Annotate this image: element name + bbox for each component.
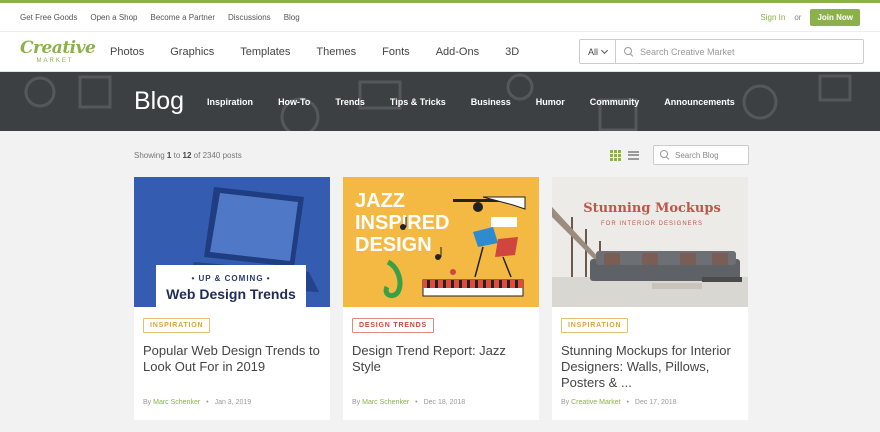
nav-graphics[interactable]: Graphics [170,46,214,58]
grid-view-icon[interactable] [610,149,621,161]
category-nav: Photos Graphics Templates Themes Fonts A… [110,46,519,58]
utility-links: Get Free Goods Open a Shop Become a Part… [20,13,300,22]
image-caption-line2: Web Design Trends [166,286,296,302]
post-thumbnail[interactable]: • UP & COMING • Web Design Trends [134,177,330,307]
results-to: 12 [182,150,192,160]
image-caption-line1: JAZZ [355,190,405,212]
image-caption-line2: FOR INTERIOR DESIGNERS [601,221,703,227]
or-text: or [794,12,802,22]
byline-by: By [143,399,152,406]
post-grid: • UP & COMING • Web Design Trends INSPIR… [134,177,748,420]
results-to-word: to [173,150,181,160]
image-caption-line1: • UP & COMING • [191,274,270,283]
blog-nav-announcements[interactable]: Announcements [664,97,735,107]
search-input[interactable] [640,46,863,57]
logo-subtitle: MARKET [36,57,74,64]
nav-fonts[interactable]: Fonts [382,46,410,58]
post-card[interactable]: Stunning Mockups FOR INTERIOR DESIGNERS … [552,177,748,420]
web-design-trends-image: • UP & COMING • Web Design Trends [134,177,330,307]
post-card[interactable]: • UP & COMING • Web Design Trends INSPIR… [134,177,330,420]
search-category-value: All [587,46,598,57]
blog-nav-humor[interactable]: Humor [536,97,565,107]
results-total: 2340 posts [202,150,242,160]
results-prefix: Showing [134,150,165,160]
post-date: Dec 18, 2018 [423,399,466,406]
utility-link-discussions[interactable]: Discussions [228,13,271,22]
post-title[interactable]: Design Trend Report: Jazz Style [352,343,529,375]
join-now-button[interactable]: Join Now [810,8,860,26]
interior-mockups-image: Stunning Mockups FOR INTERIOR DESIGNERS [552,177,748,307]
byline-separator: • [206,399,209,406]
list-view-icon[interactable] [628,150,639,161]
utility-link-open-shop[interactable]: Open a Shop [90,13,137,22]
chevron-down-icon [600,46,609,54]
post-byline: By Marc Schenker • Dec 18, 2018 [352,399,465,406]
byline-separator: • [415,399,418,406]
post-author[interactable]: Creative Market [571,399,620,406]
post-tag[interactable]: DESIGN TRENDS [352,318,434,333]
byline-separator: • [626,399,629,406]
jazz-style-image: JAZZ INSPIRED DESIGN [343,177,539,307]
blog-banner: Blog Inspiration How-To Trends Tips & Tr… [0,72,880,131]
utility-link-blog[interactable]: Blog [284,13,300,22]
blog-nav-community[interactable]: Community [590,97,640,107]
main-nav: Creative MARKET Photos Graphics Template… [0,31,880,72]
nav-photos[interactable]: Photos [110,46,144,58]
post-byline: By Creative Market • Dec 17, 2018 [561,399,677,406]
utility-link-free-goods[interactable]: Get Free Goods [20,13,77,22]
post-title[interactable]: Popular Web Design Trends to Look Out Fo… [143,343,320,375]
post-thumbnail[interactable]: Stunning Mockups FOR INTERIOR DESIGNERS [552,177,748,307]
sign-in-link[interactable]: Sign In [760,13,785,22]
site-search: All [579,39,864,64]
creative-market-logo[interactable]: Creative MARKET [20,37,96,64]
search-category-select[interactable]: All [580,40,616,63]
post-author[interactable]: Marc Schenker [362,399,409,406]
blog-nav-inspiration[interactable]: Inspiration [207,97,253,107]
blog-title: Blog [134,87,185,115]
post-date: Jan 3, 2019 [214,399,252,406]
search-icon [624,46,634,57]
search-icon [660,150,670,160]
post-card[interactable]: JAZZ INSPIRED DESIGN DESIGN TRENDS Desig… [343,177,539,420]
post-tag[interactable]: INSPIRATION [561,318,629,333]
image-caption-line2: INSPIRED [355,212,449,234]
view-toggle [610,149,639,161]
blog-search-input[interactable] [675,150,745,160]
nav-themes[interactable]: Themes [316,46,356,58]
blog-nav-how-to[interactable]: How-To [278,97,310,107]
blog-category-nav: Inspiration How-To Trends Tips & Tricks … [207,97,735,107]
results-of-word: of [193,150,201,160]
post-date: Dec 17, 2018 [634,399,677,406]
blog-nav-business[interactable]: Business [471,97,511,107]
utility-bar: Get Free Goods Open a Shop Become a Part… [0,3,880,31]
nav-add-ons[interactable]: Add-Ons [436,46,479,58]
image-caption-line3: DESIGN [355,234,432,256]
byline-by: By [352,399,361,406]
image-caption-line1: Stunning Mockups [583,201,721,216]
byline-by: By [561,399,570,406]
results-from: 1 [166,150,172,160]
nav-3d[interactable]: 3D [505,46,519,58]
post-tag[interactable]: INSPIRATION [143,318,211,333]
post-author[interactable]: Marc Schenker [153,399,200,406]
results-bar: Showing 1 to 12 of 2340 posts [134,144,749,166]
blog-search [653,145,749,165]
results-count: Showing 1 to 12 of 2340 posts [134,151,242,160]
logo-wordmark: Creative [20,37,96,58]
nav-templates[interactable]: Templates [240,46,290,58]
search-field [616,40,863,63]
blog-nav-tips-tricks[interactable]: Tips & Tricks [390,97,446,107]
account-actions: Sign In or Join Now [760,8,860,26]
utility-link-become-partner[interactable]: Become a Partner [151,13,215,22]
post-byline: By Marc Schenker • Jan 3, 2019 [143,399,251,406]
post-title[interactable]: Stunning Mockups for Interior Designers:… [561,343,738,391]
post-thumbnail[interactable]: JAZZ INSPIRED DESIGN [343,177,539,307]
blog-nav-trends[interactable]: Trends [335,97,365,107]
